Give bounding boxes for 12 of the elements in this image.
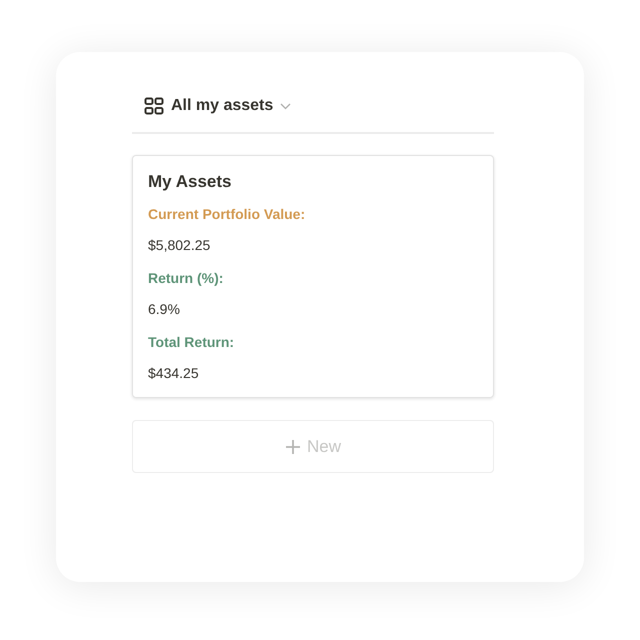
- gallery-icon: [144, 97, 164, 115]
- card-title: My Assets: [148, 172, 232, 192]
- field-label: Return (%):: [148, 270, 224, 286]
- asset-card[interactable]: My Assets Current Portfolio Value: $5,802.25 Return (%): 6.9% Total Return: $434.25: [132, 155, 494, 398]
- field-value: 6.9%: [148, 301, 181, 317]
- plus-icon: [284, 438, 301, 454]
- field-label: Total Return:: [148, 334, 236, 350]
- field-label: Current Portfolio Value:: [148, 206, 306, 222]
- field-value: $5,802.25: [148, 237, 212, 253]
- field-value: $434.25: [148, 365, 200, 381]
- view-selector[interactable]: All my assets: [144, 97, 292, 115]
- chevron-icon: [280, 102, 292, 110]
